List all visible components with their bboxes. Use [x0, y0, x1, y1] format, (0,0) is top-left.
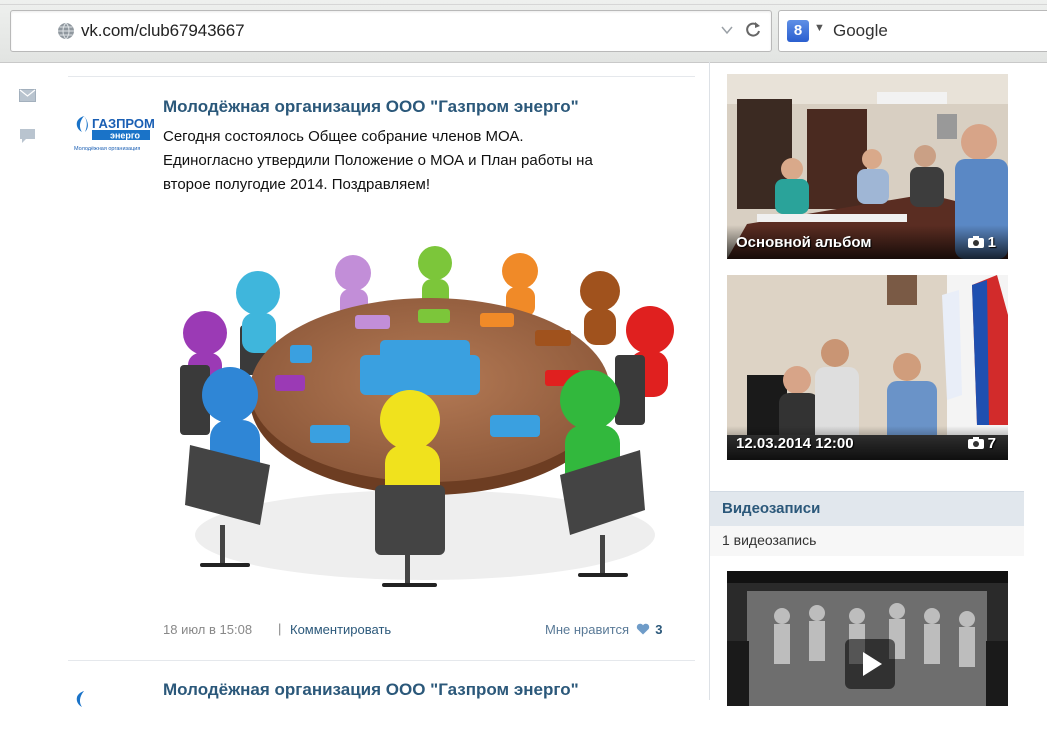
album-title: Основной альбом	[736, 234, 872, 251]
album-photo-count: 7	[967, 435, 996, 452]
comment-link[interactable]: Комментировать	[290, 622, 391, 637]
gazprom-logo[interactable]	[70, 685, 156, 731]
browser-toolbar: vk.com/club67943667 8 ▼ Google	[0, 0, 1047, 63]
wall-divider	[68, 660, 695, 661]
post-text-line: Сегодня состоялось Общее собрание членов…	[163, 128, 524, 145]
google-icon[interactable]: 8	[787, 20, 809, 42]
album-photo-count: 1	[967, 234, 996, 251]
chevron-down-icon[interactable]: ▼	[814, 22, 825, 34]
like-label: Мне нравится	[545, 622, 630, 637]
svg-text:ГАЗПРОМ: ГАЗПРОМ	[92, 116, 155, 131]
address-bar[interactable]: vk.com/club67943667	[10, 10, 772, 52]
search-bar[interactable]: 8 ▼ Google	[778, 10, 1047, 52]
chat-icon[interactable]	[19, 128, 36, 144]
video-thumbnail[interactable]	[727, 571, 1008, 706]
post-author-link[interactable]: Молодёжная организация ООО "Газпром энер…	[163, 680, 579, 700]
dropdown-arrow-icon[interactable]	[721, 25, 733, 35]
post-text-line: второе полугодие 2014. Поздравляем!	[163, 176, 431, 193]
wall-divider	[68, 76, 695, 77]
camera-icon	[967, 437, 984, 449]
heart-icon	[636, 623, 649, 635]
album-title: 12.03.2014 12:00	[736, 435, 854, 452]
videos-count-row: 1 видеозапись	[710, 526, 1024, 556]
videos-section-header[interactable]: Видеозаписи	[710, 491, 1024, 526]
album-event[interactable]: 12.03.2014 12:00 7	[727, 275, 1008, 460]
toolbar-divider	[0, 4, 1047, 5]
album-main[interactable]: Основной альбом 1	[727, 74, 1008, 259]
post-text-line: Единогласно утвердили Положение о МОА и …	[163, 152, 593, 169]
album-count: 7	[987, 435, 996, 452]
url-text[interactable]: vk.com/club67943667	[81, 21, 245, 41]
gazprom-logo[interactable]: ГАЗПРОМ энерго Молодёжная организация	[70, 110, 156, 156]
album-caption: 12.03.2014 12:00 7	[727, 426, 1008, 460]
globe-icon	[58, 22, 74, 40]
svg-text:энерго: энерго	[110, 131, 141, 141]
play-icon[interactable]	[845, 639, 895, 689]
videos-count: 1 видеозапись	[722, 532, 817, 548]
camera-icon	[967, 236, 984, 248]
svg-text:Молодёжная организация: Молодёжная организация	[74, 146, 140, 152]
album-count: 1	[987, 234, 996, 251]
meta-separator: |	[278, 621, 282, 636]
reload-icon[interactable]	[743, 20, 763, 40]
post-date[interactable]: 18 июл в 15:08	[163, 622, 252, 637]
post-image[interactable]	[160, 205, 700, 605]
post-author-link[interactable]: Молодёжная организация ООО "Газпром энер…	[163, 97, 579, 117]
videos-title[interactable]: Видеозаписи	[722, 500, 820, 517]
column-divider	[709, 62, 710, 700]
mail-icon[interactable]	[19, 89, 36, 102]
search-engine-name[interactable]: Google	[833, 21, 888, 41]
like-count: 3	[655, 622, 663, 637]
like-button[interactable]: Мне нравится 3	[545, 622, 663, 637]
post-text: Сегодня состоялось Общее собрание членов…	[163, 125, 693, 197]
album-caption: Основной альбом 1	[727, 225, 1008, 259]
